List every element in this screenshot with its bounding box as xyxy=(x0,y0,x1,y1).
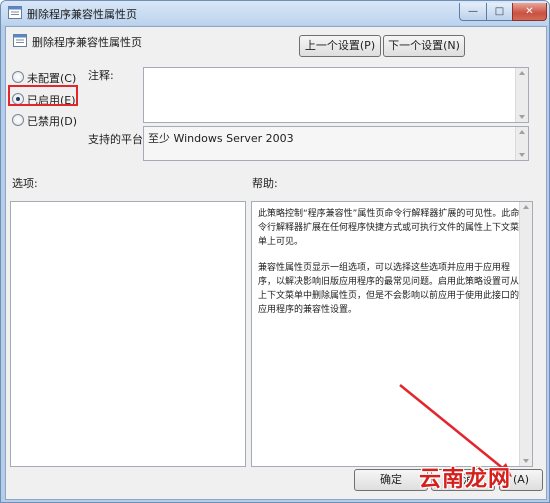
dialog-client-area: 删除程序兼容性属性页 上一个设置(P) 下一个设置(N) 未配置(C) 已启用(… xyxy=(5,26,547,500)
scroll-up-icon[interactable] xyxy=(523,205,529,209)
options-panel xyxy=(10,201,246,467)
window-title: 删除程序兼容性属性页 xyxy=(27,8,137,21)
supported-platform-field: 至少 Windows Server 2003 xyxy=(143,126,529,161)
options-label: 选项: xyxy=(12,177,38,190)
platform-scrollbar[interactable] xyxy=(515,127,528,160)
help-label: 帮助: xyxy=(252,177,278,190)
comment-textarea[interactable] xyxy=(143,67,529,123)
comment-scrollbar[interactable] xyxy=(515,68,528,122)
title-bar[interactable]: 删除程序兼容性属性页 — □ ✕ xyxy=(1,1,549,25)
dialog-window: 删除程序兼容性属性页 — □ ✕ 删除程序兼容性属性页 上一个设置(P) 下一个… xyxy=(0,0,550,503)
radio-label: 未配置(C) xyxy=(27,72,77,85)
scroll-down-icon[interactable] xyxy=(523,459,529,463)
scroll-up-icon[interactable] xyxy=(519,71,525,75)
scroll-down-icon[interactable] xyxy=(519,153,525,157)
setting-title: 删除程序兼容性属性页 xyxy=(32,36,142,49)
previous-setting-button[interactable]: 上一个设置(P) xyxy=(299,35,381,57)
help-panel: 此策略控制“程序兼容性”属性页命令行解释器扩展的可见性。此命令行解释器扩展在任何… xyxy=(251,201,533,467)
help-scrollbar[interactable] xyxy=(519,202,532,466)
maximize-button[interactable]: □ xyxy=(486,3,513,21)
close-button[interactable]: ✕ xyxy=(512,3,547,21)
minimize-button[interactable]: — xyxy=(459,3,487,21)
help-paragraph: 此策略控制“程序兼容性”属性页命令行解释器扩展的可见性。此命令行解释器扩展在任何… xyxy=(258,209,520,247)
radio-circle-icon xyxy=(12,114,24,126)
scroll-up-icon[interactable] xyxy=(519,130,525,134)
scroll-down-icon[interactable] xyxy=(519,115,525,119)
annotation-highlight-box xyxy=(8,85,78,106)
radio-label: 已禁用(D) xyxy=(27,115,78,128)
policy-app-icon xyxy=(8,6,22,19)
radio-circle-icon xyxy=(12,71,24,83)
help-text: 此策略控制“程序兼容性”属性页命令行解释器扩展的可见性。此命令行解释器扩展在任何… xyxy=(258,207,522,329)
watermark-logo: 云南龙网 xyxy=(419,467,512,492)
policy-setting-icon xyxy=(13,34,27,47)
supported-platform-value: 至少 Windows Server 2003 xyxy=(148,132,294,145)
comment-label: 注释: xyxy=(88,69,114,82)
supported-platform-label: 支持的平台: xyxy=(88,133,147,146)
next-setting-button[interactable]: 下一个设置(N) xyxy=(383,35,465,57)
help-paragraph: 兼容性属性页显示一组选项，可以选择这些选项并应用于应用程序，以解决影响旧版应用程… xyxy=(258,263,520,315)
ok-button[interactable]: 确定 xyxy=(354,469,428,491)
